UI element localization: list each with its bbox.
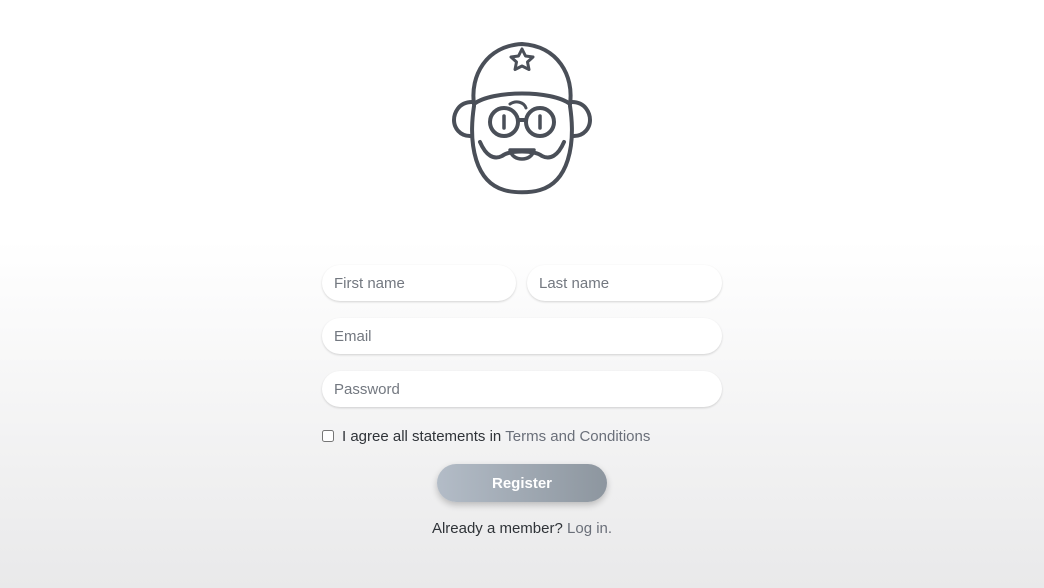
last-name-input[interactable]: [527, 265, 722, 301]
agree-text: I agree all statements in: [342, 427, 502, 445]
terms-agreement: I agree all statements in Terms and Cond…: [321, 426, 650, 446]
bearded-man-with-cap-icon: [452, 42, 592, 195]
password-input[interactable]: [322, 371, 722, 407]
login-prompt: Already a member? Log in.: [0, 520, 1044, 537]
agree-checkbox[interactable]: [322, 430, 334, 442]
register-button[interactable]: Register: [437, 464, 607, 502]
member-text: Already a member?: [431, 520, 563, 537]
login-link[interactable]: Log in: [567, 520, 608, 537]
email-input[interactable]: [322, 318, 722, 354]
terms-link[interactable]: Terms and Conditions: [505, 428, 650, 445]
login-suffix: .: [607, 520, 613, 537]
first-name-input[interactable]: [322, 265, 516, 301]
